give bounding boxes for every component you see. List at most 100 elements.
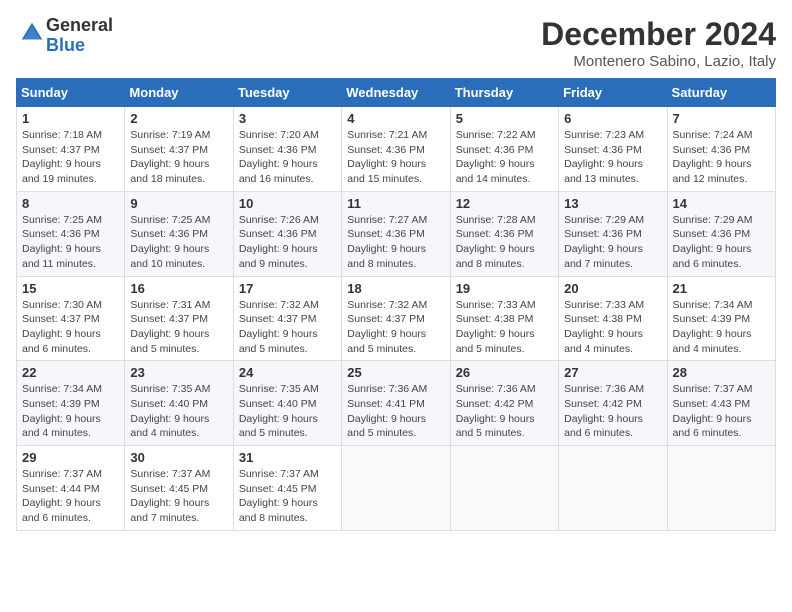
day-number: 30: [130, 450, 227, 465]
calendar-cell: [342, 446, 450, 531]
calendar-cell: 8 Sunrise: 7:25 AM Sunset: 4:36 PM Daylig…: [17, 191, 125, 276]
day-info: Sunrise: 7:24 AM Sunset: 4:36 PM Dayligh…: [673, 128, 770, 187]
day-info: Sunrise: 7:33 AM Sunset: 4:38 PM Dayligh…: [564, 298, 661, 357]
day-number: 8: [22, 196, 119, 211]
day-number: 5: [456, 111, 553, 126]
calendar-week-row: 15 Sunrise: 7:30 AM Sunset: 4:37 PM Dayli…: [17, 276, 776, 361]
calendar-cell: 27 Sunrise: 7:36 AM Sunset: 4:42 PM Dayli…: [559, 361, 667, 446]
day-info: Sunrise: 7:32 AM Sunset: 4:37 PM Dayligh…: [347, 298, 444, 357]
calendar-cell: 13 Sunrise: 7:29 AM Sunset: 4:36 PM Dayli…: [559, 191, 667, 276]
day-header-saturday: Saturday: [667, 79, 775, 107]
day-info: Sunrise: 7:32 AM Sunset: 4:37 PM Dayligh…: [239, 298, 336, 357]
day-number: 6: [564, 111, 661, 126]
day-info: Sunrise: 7:37 AM Sunset: 4:45 PM Dayligh…: [239, 467, 336, 526]
day-number: 16: [130, 281, 227, 296]
logo-blue-text: Blue: [46, 35, 85, 55]
day-number: 3: [239, 111, 336, 126]
day-info: Sunrise: 7:35 AM Sunset: 4:40 PM Dayligh…: [130, 382, 227, 441]
day-number: 10: [239, 196, 336, 211]
calendar-cell: 11 Sunrise: 7:27 AM Sunset: 4:36 PM Dayli…: [342, 191, 450, 276]
day-info: Sunrise: 7:36 AM Sunset: 4:42 PM Dayligh…: [456, 382, 553, 441]
location: Montenero Sabino, Lazio, Italy: [541, 53, 776, 70]
day-number: 4: [347, 111, 444, 126]
day-number: 11: [347, 196, 444, 211]
calendar-cell: 12 Sunrise: 7:28 AM Sunset: 4:36 PM Dayli…: [450, 191, 558, 276]
day-number: 20: [564, 281, 661, 296]
logo: General Blue: [16, 16, 113, 56]
day-number: 12: [456, 196, 553, 211]
calendar-cell: [559, 446, 667, 531]
calendar-cell: 2 Sunrise: 7:19 AM Sunset: 4:37 PM Daylig…: [125, 107, 233, 192]
day-info: Sunrise: 7:25 AM Sunset: 4:36 PM Dayligh…: [22, 213, 119, 272]
day-number: 1: [22, 111, 119, 126]
calendar-cell: 20 Sunrise: 7:33 AM Sunset: 4:38 PM Dayli…: [559, 276, 667, 361]
calendar-cell: 22Sunrise: 7:34 AM Sunset: 4:39 PM Dayli…: [17, 361, 125, 446]
calendar-cell: 26 Sunrise: 7:36 AM Sunset: 4:42 PM Dayli…: [450, 361, 558, 446]
day-info: Sunrise: 7:26 AM Sunset: 4:36 PM Dayligh…: [239, 213, 336, 272]
day-header-monday: Monday: [125, 79, 233, 107]
calendar-cell: 10 Sunrise: 7:26 AM Sunset: 4:36 PM Dayli…: [233, 191, 341, 276]
calendar-cell: 30 Sunrise: 7:37 AM Sunset: 4:45 PM Dayli…: [125, 446, 233, 531]
day-info: Sunrise: 7:31 AM Sunset: 4:37 PM Dayligh…: [130, 298, 227, 357]
day-info: Sunrise: 7:29 AM Sunset: 4:36 PM Dayligh…: [564, 213, 661, 272]
day-number: 25: [347, 365, 444, 380]
day-info: Sunrise: 7:19 AM Sunset: 4:37 PM Dayligh…: [130, 128, 227, 187]
day-header-tuesday: Tuesday: [233, 79, 341, 107]
calendar-cell: 18 Sunrise: 7:32 AM Sunset: 4:37 PM Dayli…: [342, 276, 450, 361]
day-info: Sunrise: 7:35 AM Sunset: 4:40 PM Dayligh…: [239, 382, 336, 441]
calendar-cell: 28 Sunrise: 7:37 AM Sunset: 4:43 PM Dayli…: [667, 361, 775, 446]
day-info: Sunrise: 7:30 AM Sunset: 4:37 PM Dayligh…: [22, 298, 119, 357]
day-info: Sunrise: 7:28 AM Sunset: 4:36 PM Dayligh…: [456, 213, 553, 272]
calendar-cell: [450, 446, 558, 531]
day-number: 2: [130, 111, 227, 126]
day-number: 17: [239, 281, 336, 296]
page-header: General Blue December 2024 Montenero Sab…: [16, 16, 776, 70]
calendar-cell: [667, 446, 775, 531]
day-number: 29: [22, 450, 119, 465]
calendar-cell: 23Sunrise: 7:35 AM Sunset: 4:40 PM Dayli…: [125, 361, 233, 446]
calendar-cell: 25 Sunrise: 7:36 AM Sunset: 4:41 PM Dayli…: [342, 361, 450, 446]
calendar-cell: 3 Sunrise: 7:20 AM Sunset: 4:36 PM Daylig…: [233, 107, 341, 192]
calendar-table: SundayMondayTuesdayWednesdayThursdayFrid…: [16, 78, 776, 531]
day-info: Sunrise: 7:20 AM Sunset: 4:36 PM Dayligh…: [239, 128, 336, 187]
calendar-cell: 4Sunrise: 7:21 AM Sunset: 4:36 PM Daylig…: [342, 107, 450, 192]
day-header-wednesday: Wednesday: [342, 79, 450, 107]
day-info: Sunrise: 7:37 AM Sunset: 4:43 PM Dayligh…: [673, 382, 770, 441]
day-info: Sunrise: 7:37 AM Sunset: 4:45 PM Dayligh…: [130, 467, 227, 526]
calendar-cell: 14Sunrise: 7:29 AM Sunset: 4:36 PM Dayli…: [667, 191, 775, 276]
day-number: 27: [564, 365, 661, 380]
day-number: 19: [456, 281, 553, 296]
calendar-week-row: 22Sunrise: 7:34 AM Sunset: 4:39 PM Dayli…: [17, 361, 776, 446]
day-number: 7: [673, 111, 770, 126]
calendar-cell: 24Sunrise: 7:35 AM Sunset: 4:40 PM Dayli…: [233, 361, 341, 446]
day-info: Sunrise: 7:29 AM Sunset: 4:36 PM Dayligh…: [673, 213, 770, 272]
day-number: 9: [130, 196, 227, 211]
logo-general-text: General: [46, 15, 113, 35]
day-info: Sunrise: 7:36 AM Sunset: 4:41 PM Dayligh…: [347, 382, 444, 441]
calendar-cell: 19 Sunrise: 7:33 AM Sunset: 4:38 PM Dayli…: [450, 276, 558, 361]
calendar-cell: 31Sunrise: 7:37 AM Sunset: 4:45 PM Dayli…: [233, 446, 341, 531]
day-number: 21: [673, 281, 770, 296]
day-info: Sunrise: 7:36 AM Sunset: 4:42 PM Dayligh…: [564, 382, 661, 441]
calendar-cell: 5Sunrise: 7:22 AM Sunset: 4:36 PM Daylig…: [450, 107, 558, 192]
day-header-sunday: Sunday: [17, 79, 125, 107]
day-number: 22: [22, 365, 119, 380]
day-info: Sunrise: 7:27 AM Sunset: 4:36 PM Dayligh…: [347, 213, 444, 272]
day-number: 18: [347, 281, 444, 296]
day-info: Sunrise: 7:18 AM Sunset: 4:37 PM Dayligh…: [22, 128, 119, 187]
calendar-cell: 17 Sunrise: 7:32 AM Sunset: 4:37 PM Dayli…: [233, 276, 341, 361]
day-number: 15: [22, 281, 119, 296]
day-number: 26: [456, 365, 553, 380]
day-header-friday: Friday: [559, 79, 667, 107]
day-info: Sunrise: 7:34 AM Sunset: 4:39 PM Dayligh…: [673, 298, 770, 357]
day-header-thursday: Thursday: [450, 79, 558, 107]
calendar-week-row: 1 Sunrise: 7:18 AM Sunset: 4:37 PM Daylig…: [17, 107, 776, 192]
day-info: Sunrise: 7:37 AM Sunset: 4:44 PM Dayligh…: [22, 467, 119, 526]
calendar-week-row: 8 Sunrise: 7:25 AM Sunset: 4:36 PM Daylig…: [17, 191, 776, 276]
day-number: 28: [673, 365, 770, 380]
month-title: December 2024: [541, 16, 776, 53]
day-number: 13: [564, 196, 661, 211]
calendar-cell: 15 Sunrise: 7:30 AM Sunset: 4:37 PM Dayli…: [17, 276, 125, 361]
day-info: Sunrise: 7:33 AM Sunset: 4:38 PM Dayligh…: [456, 298, 553, 357]
logo-icon: [18, 19, 46, 47]
